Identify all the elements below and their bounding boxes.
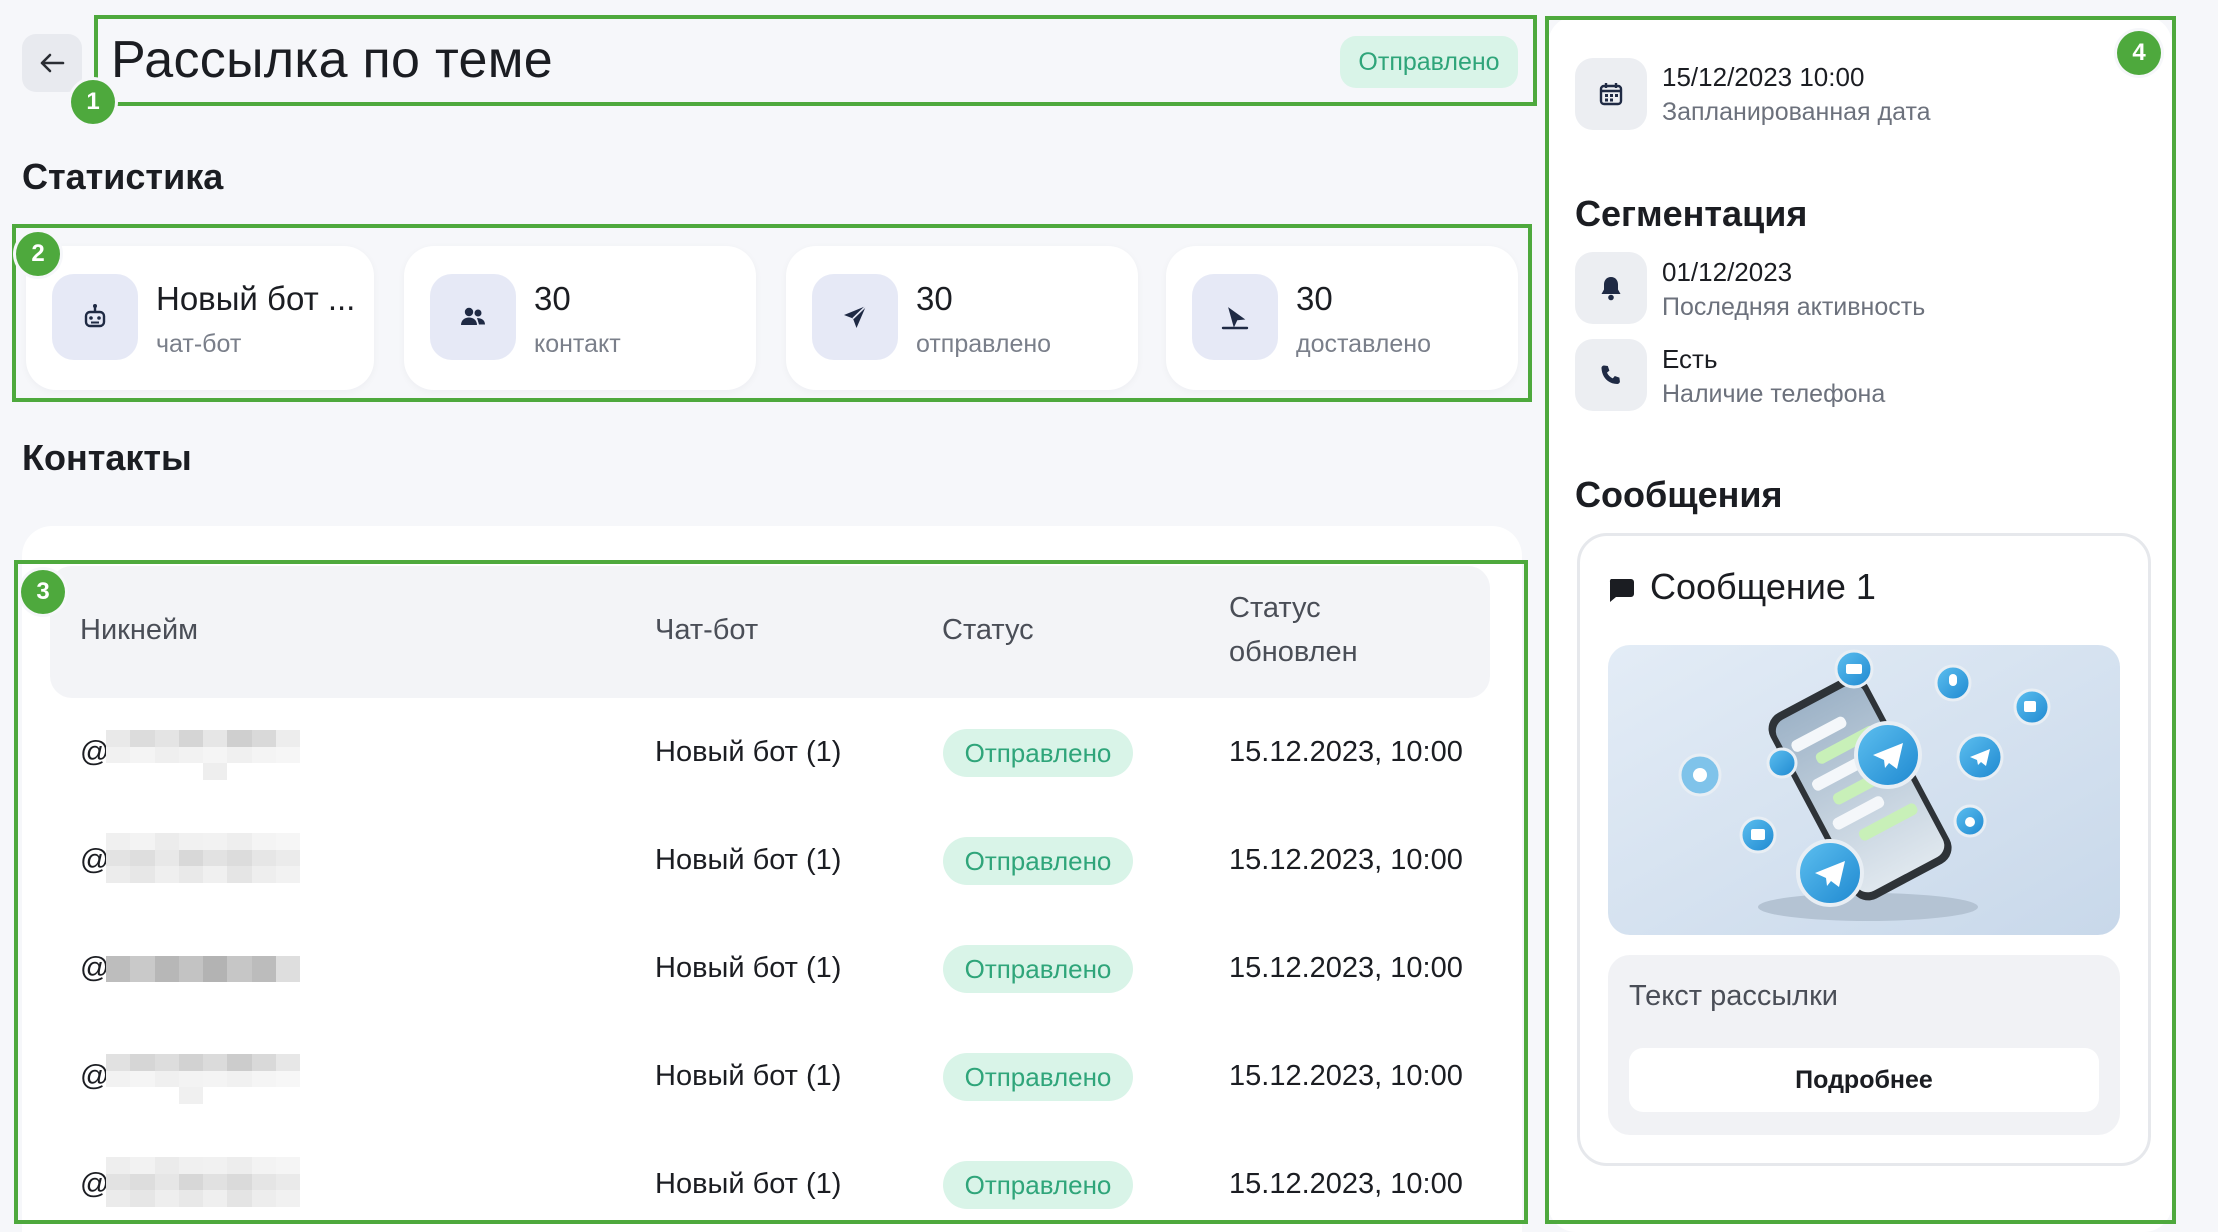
stat-value: 30 (534, 280, 571, 317)
chat-bubble-icon (1609, 579, 1634, 602)
updated-cell: 15.12.2023, 10:00 (1229, 844, 1463, 876)
more-button[interactable]: Подробнее (1629, 1048, 2099, 1112)
updated-cell: 15.12.2023, 10:00 (1229, 1168, 1463, 1200)
stat-value: Новый бот ... (156, 280, 356, 317)
blurred-nickname (106, 833, 300, 883)
phone-icon (1575, 339, 1647, 411)
message-text: Текст рассылки (1629, 980, 1838, 1012)
status-badge: Отправлено (943, 729, 1133, 777)
send-icon (812, 274, 898, 360)
message-image[interactable] (1608, 645, 2120, 935)
stat-label: доставлено (1296, 330, 1431, 358)
users-icon (430, 274, 516, 360)
page-title: Рассылка по теме (111, 31, 554, 89)
annotation-marker-2: 2 (16, 232, 60, 276)
status-badge: Отправлено (943, 1053, 1133, 1101)
bot-cell: Новый бот (1) (655, 952, 842, 984)
blurred-nickname (106, 956, 300, 982)
column-header-bot[interactable]: Чат-бот (655, 608, 758, 652)
calendar-icon (1575, 58, 1647, 130)
stats-section-title: Статистика (22, 156, 224, 197)
blurred-nickname (106, 1157, 300, 1207)
annotation-marker-3: 3 (21, 570, 65, 614)
annotation-marker-1: 1 (71, 80, 115, 124)
back-button[interactable] (22, 34, 82, 92)
status-badge: Отправлено (943, 1161, 1133, 1209)
status-badge: Отправлено (943, 837, 1133, 885)
column-header-nickname[interactable]: Никнейм (80, 608, 198, 652)
blurred-nickname (106, 730, 300, 780)
phone-telegram-illustration (1608, 645, 2120, 935)
delivered-icon (1192, 274, 1278, 360)
bot-cell: Новый бот (1) (655, 736, 842, 768)
status-badge: Отправлено (1340, 36, 1518, 88)
stat-card-bot: Новый бот ... чат-бот (26, 246, 374, 390)
bot-icon (52, 274, 138, 360)
updated-cell: 15.12.2023, 10:00 (1229, 1060, 1463, 1092)
message-title: Сообщение 1 (1650, 566, 1876, 607)
stat-card-sent: 30 отправлено (786, 246, 1138, 390)
status-badge: Отправлено (943, 945, 1133, 993)
bell-icon (1575, 252, 1647, 324)
stat-value: 30 (1296, 280, 1333, 317)
stat-value: 30 (916, 280, 953, 317)
scheduled-date-value: 15/12/2023 10:00 (1662, 62, 1865, 92)
arrow-left-icon (40, 53, 65, 73)
column-header-updated[interactable]: Статус обновлен (1229, 586, 1358, 674)
scheduled-date-label: Запланированная дата (1662, 98, 1931, 126)
bot-cell: Новый бот (1) (655, 844, 842, 876)
column-header-status[interactable]: Статус (942, 608, 1034, 652)
segmentation-section-title: Сегментация (1575, 193, 1808, 234)
segment-label: Последняя активность (1662, 293, 1926, 321)
stat-card-delivered: 30 доставлено (1166, 246, 1518, 390)
blurred-nickname (106, 1054, 300, 1104)
contacts-section-title: Контакты (22, 437, 192, 478)
bot-cell: Новый бот (1) (655, 1168, 842, 1200)
updated-cell: 15.12.2023, 10:00 (1229, 736, 1463, 768)
bot-cell: Новый бот (1) (655, 1060, 842, 1092)
updated-cell: 15.12.2023, 10:00 (1229, 952, 1463, 984)
stat-label: контакт (534, 330, 621, 358)
stat-card-contacts: 30 контакт (404, 246, 756, 390)
segment-value: 01/12/2023 (1662, 257, 1793, 287)
annotation-marker-4: 4 (2117, 31, 2161, 75)
stat-label: чат-бот (156, 330, 242, 358)
segment-label: Наличие телефона (1662, 380, 1886, 408)
stat-label: отправлено (916, 330, 1052, 358)
segment-value: Есть (1662, 344, 1718, 374)
messages-section-title: Сообщения (1575, 474, 1783, 515)
